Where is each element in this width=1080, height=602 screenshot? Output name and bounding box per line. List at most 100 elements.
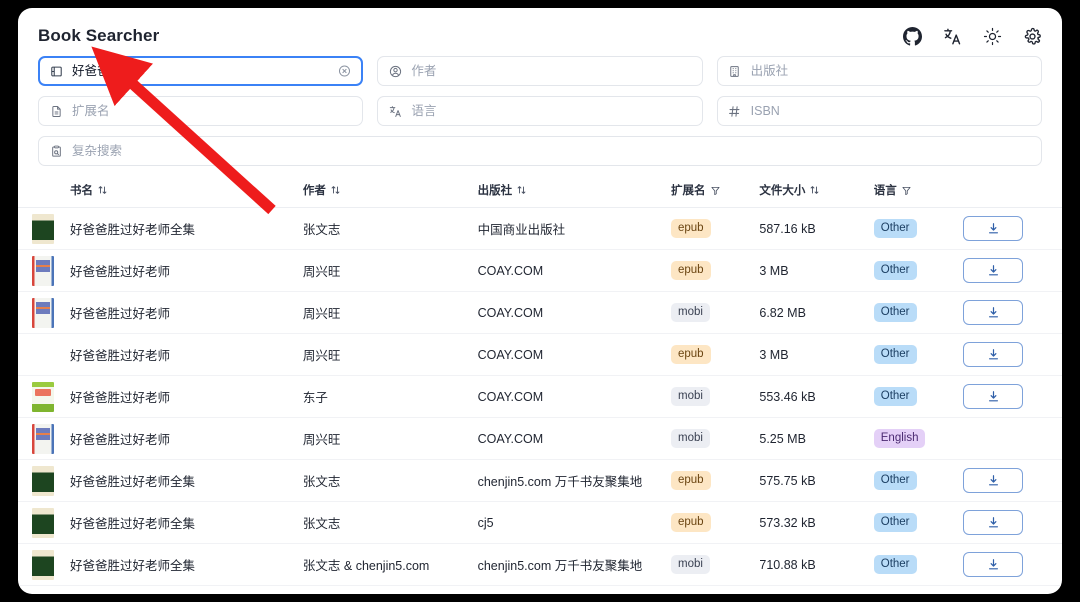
cell-cover	[18, 460, 70, 502]
language-badge: Other	[874, 219, 917, 238]
github-icon[interactable]	[903, 27, 922, 46]
gear-icon[interactable]	[1023, 27, 1042, 46]
cell-publisher: cj5	[478, 502, 671, 544]
language-badge: Other	[874, 471, 917, 490]
cell-extension: epub	[671, 250, 759, 292]
sort-icon[interactable]	[331, 185, 340, 195]
search-input-language[interactable]: 语言	[377, 96, 702, 126]
language-badge: Other	[874, 555, 917, 574]
col-header-extension-label: 扩展名	[671, 182, 706, 198]
language-badge: English	[874, 429, 926, 448]
col-header-publisher[interactable]: 出版社	[478, 176, 671, 208]
clipboard-search-icon	[49, 144, 63, 158]
extension-badge: epub	[671, 345, 711, 364]
download-button[interactable]	[963, 216, 1023, 241]
cell-publisher: chenjin5.com 万千书友聚集地	[478, 544, 671, 586]
cell-publisher: 中国商业出版社	[478, 208, 671, 250]
search-input-extension[interactable]: 扩展名	[38, 96, 363, 126]
cell-cover	[18, 418, 70, 460]
extension-badge: mobi	[671, 387, 710, 406]
cell-author: 东子	[303, 376, 478, 418]
col-header-author[interactable]: 作者	[303, 176, 478, 208]
col-header-action	[963, 176, 1062, 208]
cell-action	[963, 418, 1062, 460]
table-row[interactable]: 好爸爸胜过好老师东子COAY.COMmobi553.46 kBOther	[18, 376, 1062, 418]
cell-action	[963, 334, 1062, 376]
translate-icon[interactable]	[943, 27, 962, 46]
cell-cover	[18, 376, 70, 418]
cell-extension: epub	[671, 208, 759, 250]
sort-icon[interactable]	[517, 185, 526, 195]
extension-badge: mobi	[671, 555, 710, 574]
building-icon	[728, 64, 742, 78]
cell-action	[963, 544, 1062, 586]
table-body: 好爸爸胜过好老师全集张文志中国商业出版社epub587.16 kBOther好爸…	[18, 208, 1062, 586]
search-input-isbn[interactable]: ISBN	[717, 96, 1042, 126]
cell-author: 张文志	[303, 502, 478, 544]
table-row[interactable]: 好爸爸胜过好老师全集张文志 & chenjin5.comchenjin5.com…	[18, 544, 1062, 586]
col-header-language[interactable]: 语言	[874, 176, 963, 208]
download-button[interactable]	[963, 468, 1023, 493]
search-input-publisher-placeholder: 出版社	[751, 65, 789, 78]
book-cover-thumbnail	[32, 424, 54, 454]
cell-size: 6.82 MB	[759, 292, 873, 334]
cell-language: Other	[874, 208, 963, 250]
filter-icon[interactable]	[711, 186, 720, 195]
cell-cover	[18, 208, 70, 250]
sort-icon[interactable]	[810, 185, 819, 195]
download-button[interactable]	[963, 342, 1023, 367]
table-row[interactable]: 好爸爸胜过好老师全集张文志cj5epub573.32 kBOther	[18, 502, 1062, 544]
book-cover-thumbnail	[32, 466, 54, 496]
download-button[interactable]	[963, 510, 1023, 535]
sort-icon[interactable]	[98, 185, 107, 195]
search-input-title[interactable]: 好爸爸	[38, 56, 363, 86]
cell-size: 553.46 kB	[759, 376, 873, 418]
table-row[interactable]: 好爸爸胜过好老师周兴旺COAY.COMmobi5.25 MBEnglish	[18, 418, 1062, 460]
language-badge: Other	[874, 513, 917, 532]
search-input-isbn-placeholder: ISBN	[751, 105, 780, 118]
col-header-extension[interactable]: 扩展名	[671, 176, 759, 208]
table-row[interactable]: 好爸爸胜过好老师周兴旺COAY.COMmobi6.82 MBOther	[18, 292, 1062, 334]
search-input-publisher[interactable]: 出版社	[717, 56, 1042, 86]
cell-cover	[18, 502, 70, 544]
col-header-size-label: 文件大小	[759, 182, 805, 198]
col-header-title[interactable]: 书名	[70, 176, 303, 208]
cell-cover	[18, 250, 70, 292]
cell-extension: epub	[671, 334, 759, 376]
cell-publisher: chenjin5.com 万千书友聚集地	[478, 460, 671, 502]
table-row[interactable]: 好爸爸胜过好老师全集张文志中国商业出版社epub587.16 kBOther	[18, 208, 1062, 250]
language-badge: Other	[874, 261, 917, 280]
table-row[interactable]: 好爸爸胜过好老师周兴旺COAY.COMepub3 MBOther	[18, 334, 1062, 376]
download-button[interactable]	[963, 384, 1023, 409]
cell-action	[963, 502, 1062, 544]
download-button[interactable]	[963, 552, 1023, 577]
header-icon-group	[903, 27, 1042, 46]
filter-icon[interactable]	[902, 186, 911, 195]
cell-action	[963, 208, 1062, 250]
cell-cover	[18, 334, 70, 376]
col-header-size[interactable]: 文件大小	[759, 176, 873, 208]
search-row-2: 扩展名 语言 ISBN	[38, 96, 1042, 126]
cell-title: 好爸爸胜过好老师	[70, 250, 303, 292]
cell-extension: mobi	[671, 418, 759, 460]
search-input-author[interactable]: 作者	[377, 56, 702, 86]
cell-action	[963, 292, 1062, 334]
cell-action	[963, 376, 1062, 418]
cell-size: 3 MB	[759, 334, 873, 376]
download-button[interactable]	[963, 300, 1023, 325]
cell-author: 周兴旺	[303, 334, 478, 376]
clear-icon[interactable]	[338, 65, 351, 78]
search-row-3: 复杂搜索	[38, 136, 1042, 166]
cell-publisher: COAY.COM	[478, 334, 671, 376]
book-cover-thumbnail	[32, 508, 54, 538]
table-header-row: 书名 作者	[18, 176, 1062, 208]
cell-language: Other	[874, 250, 963, 292]
download-button[interactable]	[963, 258, 1023, 283]
table-row[interactable]: 好爸爸胜过好老师全集张文志chenjin5.com 万千书友聚集地epub575…	[18, 460, 1062, 502]
search-input-complex[interactable]: 复杂搜索	[38, 136, 1042, 166]
brightness-icon[interactable]	[983, 27, 1002, 46]
cell-title: 好爸爸胜过好老师全集	[70, 208, 303, 250]
cell-publisher: COAY.COM	[478, 418, 671, 460]
table-row[interactable]: 好爸爸胜过好老师周兴旺COAY.COMepub3 MBOther	[18, 250, 1062, 292]
col-header-publisher-label: 出版社	[478, 182, 513, 198]
